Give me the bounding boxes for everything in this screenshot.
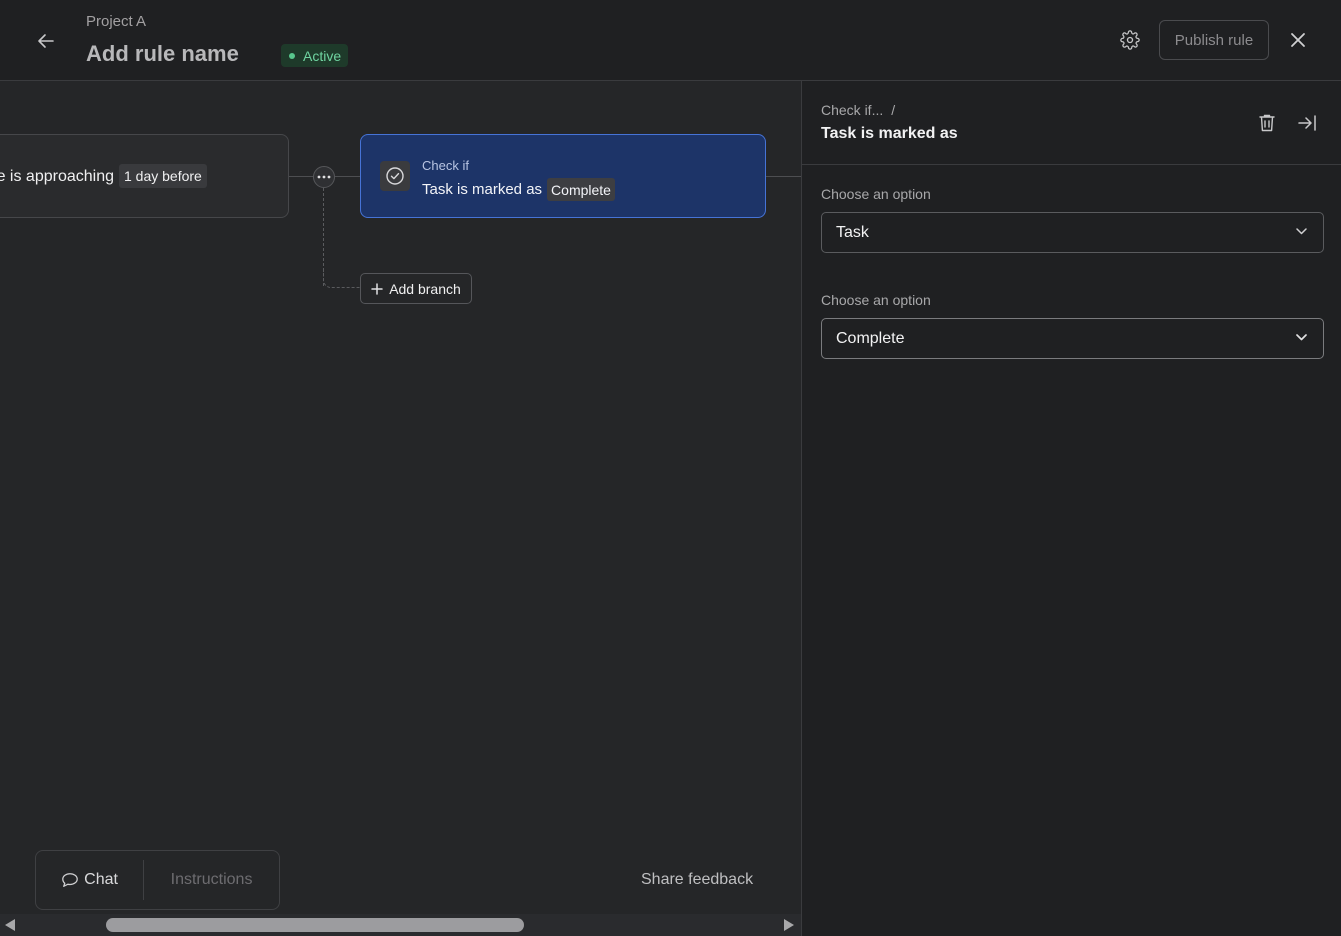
horizontal-scrollbar[interactable] bbox=[0, 914, 801, 936]
plus-icon bbox=[371, 282, 383, 295]
chat-label: Chat bbox=[84, 871, 118, 888]
close-button[interactable] bbox=[1282, 24, 1314, 56]
branch-curve bbox=[323, 271, 360, 288]
arrow-left-icon bbox=[38, 34, 54, 48]
rule-name-input[interactable]: Add rule name bbox=[86, 41, 239, 67]
properties-panel: Check if... / Task is marked as Choose a… bbox=[801, 81, 1341, 936]
status-badge: Active bbox=[281, 44, 349, 67]
instructions-button[interactable]: Instructions bbox=[144, 860, 279, 900]
chevron-down-icon bbox=[1296, 228, 1307, 235]
settings-button[interactable] bbox=[1114, 24, 1146, 56]
breadcrumb-separator: / bbox=[891, 102, 896, 118]
scroll-left-icon[interactable] bbox=[5, 919, 15, 931]
field-label: Choose an option bbox=[821, 292, 931, 308]
condition-eyebrow: Check if bbox=[422, 158, 469, 173]
condition-title-text: Task is marked as bbox=[422, 181, 543, 198]
arrow-right-to-line-icon bbox=[1298, 115, 1316, 131]
close-icon bbox=[1291, 33, 1305, 47]
bottom-toolbar: Chat Instructions bbox=[35, 850, 280, 910]
connector-line bbox=[289, 176, 313, 177]
more-horizontal-icon bbox=[317, 175, 331, 179]
scroll-right-icon[interactable] bbox=[784, 919, 794, 931]
connector-line bbox=[766, 176, 801, 177]
share-feedback-link[interactable]: Share feedback bbox=[641, 871, 753, 889]
chat-bubble-icon bbox=[62, 873, 78, 887]
panel-header: Check if... / Task is marked as bbox=[802, 81, 1341, 165]
breadcrumb-parent[interactable]: Check if... bbox=[821, 102, 883, 118]
status-label: Active bbox=[303, 47, 342, 64]
connector-more-button[interactable] bbox=[313, 166, 335, 188]
option-select-value: Task bbox=[836, 223, 869, 241]
trigger-chip: 1 day before bbox=[119, 164, 207, 188]
field-label: Choose an option bbox=[821, 186, 931, 202]
back-button[interactable] bbox=[30, 25, 62, 57]
gear-icon bbox=[1120, 30, 1140, 50]
add-branch-button[interactable]: Add branch bbox=[360, 273, 472, 304]
collapse-panel-button[interactable] bbox=[1294, 110, 1320, 136]
trigger-card[interactable]: Due date is approaching 1 day before bbox=[0, 134, 289, 218]
scrollbar-thumb[interactable] bbox=[106, 918, 524, 932]
trigger-text: Due date is approaching bbox=[0, 168, 114, 185]
status-dot-icon bbox=[289, 52, 295, 59]
top-header: Project A Add rule name Active Publish r… bbox=[0, 0, 1341, 81]
option-select-value: Complete bbox=[836, 329, 905, 347]
publish-rule-button[interactable]: Publish rule bbox=[1159, 20, 1269, 60]
option-select[interactable]: Task bbox=[821, 212, 1324, 253]
breadcrumb: Check if... / bbox=[821, 102, 895, 118]
rule-builder-app: Project A Add rule name Active Publish r… bbox=[0, 0, 1341, 936]
connector-line bbox=[335, 176, 360, 177]
condition-card[interactable]: Check if Task is marked as Complete bbox=[360, 134, 766, 218]
project-name: Project A bbox=[86, 13, 147, 30]
delete-button[interactable] bbox=[1254, 110, 1280, 136]
panel-title: Task is marked as bbox=[821, 125, 958, 142]
condition-title: Task is marked as Complete bbox=[422, 178, 615, 201]
chevron-down-icon bbox=[1296, 334, 1307, 341]
trash-icon bbox=[1259, 114, 1275, 132]
chat-button[interactable]: Chat bbox=[36, 860, 143, 900]
workflow-canvas[interactable]: Due date is approaching 1 day before Add… bbox=[0, 81, 801, 936]
check-circle-icon bbox=[380, 161, 410, 191]
condition-chip: Complete bbox=[547, 178, 615, 201]
add-branch-label: Add branch bbox=[389, 280, 461, 297]
option-select[interactable]: Complete bbox=[821, 318, 1324, 359]
